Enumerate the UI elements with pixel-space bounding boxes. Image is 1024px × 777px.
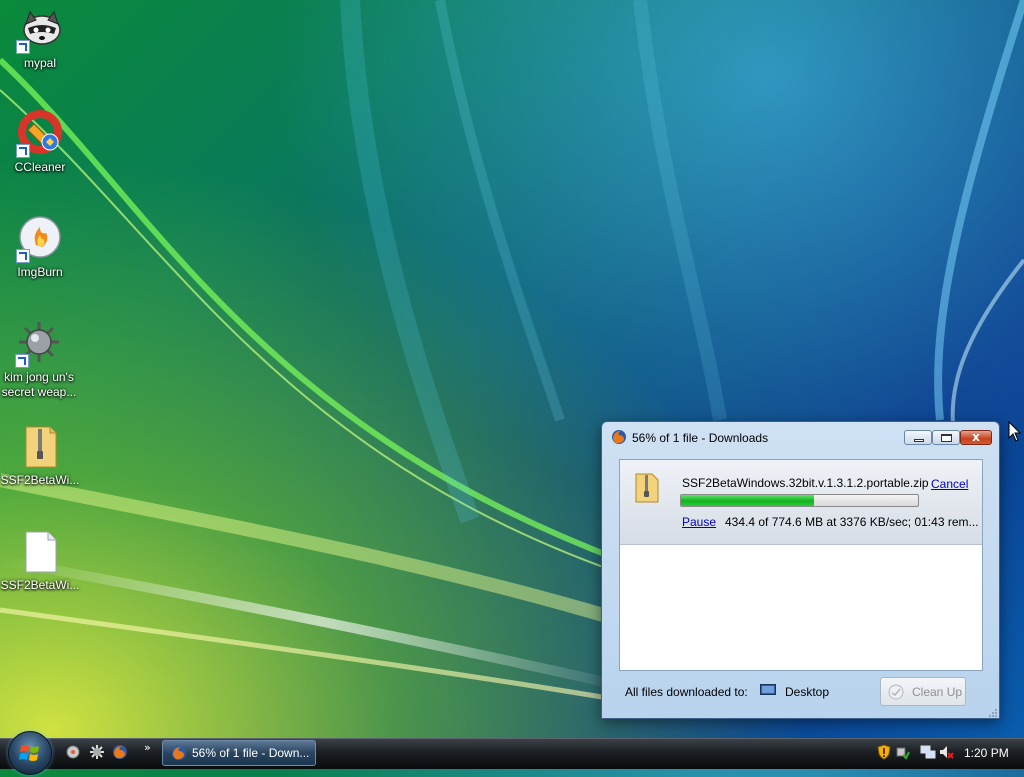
taskbar-button-downloads[interactable]: 56% of 1 file - Down... — [162, 740, 316, 766]
download-progress-bar — [680, 494, 919, 507]
desktop-icon-label: ImgBurn — [17, 265, 63, 279]
desktop-icon-ccleaner[interactable]: CCleaner — [0, 110, 80, 175]
desktop-icon-label: mypal — [23, 56, 56, 70]
start-button[interactable] — [8, 731, 52, 775]
shortcut-arrow-icon — [16, 249, 30, 263]
close-button[interactable]: x — [960, 430, 992, 445]
clean-up-button[interactable]: Clean Up — [880, 677, 966, 706]
desktop-icon-label: CCleaner — [14, 160, 66, 174]
firefox-icon — [611, 429, 627, 445]
desktop-folder-icon — [760, 684, 776, 696]
safely-remove-hardware-icon[interactable] — [894, 744, 910, 760]
firefox-quicklaunch-icon[interactable] — [112, 744, 128, 760]
desktop-icon-label: kim jong un's secret weap... — [1, 370, 77, 399]
download-status: 434.4 of 774.6 MB at 3376 KB/sec; 01:43 … — [725, 515, 979, 529]
firefox-icon — [171, 745, 187, 761]
zip-file-icon — [634, 472, 660, 504]
desktop-icon-ssf2-file[interactable]: SSF2BetaWi... — [0, 528, 80, 593]
progress-fill — [681, 495, 814, 506]
desktop-icon-mypal[interactable]: mypal — [0, 6, 80, 71]
mypal-raccoon-icon — [16, 6, 64, 54]
maximize-button[interactable] — [932, 430, 960, 445]
security-shield-icon[interactable] — [876, 744, 892, 760]
download-filename: SSF2BetaWindows.32bit.v.1.3.1.2.portable… — [682, 476, 929, 490]
network-icon[interactable] — [920, 744, 936, 760]
desktop-icon-ssf2-zip[interactable]: SSF2BetaWi... — [0, 423, 80, 488]
download-item[interactable]: SSF2BetaWindows.32bit.v.1.3.1.2.portable… — [620, 460, 982, 545]
download-list[interactable]: SSF2BetaWindows.32bit.v.1.3.1.2.portable… — [619, 459, 983, 671]
resize-grip[interactable] — [987, 706, 997, 717]
download-location[interactable]: Desktop — [785, 685, 829, 699]
desktop-icon-imgburn[interactable]: ImgBurn — [0, 215, 80, 280]
downloads-window[interactable]: 56% of 1 file - Downloads x SSF2BetaWind… — [601, 421, 1000, 719]
show-desktop-icon[interactable] — [65, 744, 81, 760]
switch-windows-icon[interactable] — [89, 744, 105, 760]
download-location-label: All files downloaded to: — [625, 685, 748, 699]
quick-launch-chevron-icon[interactable]: » — [144, 741, 151, 754]
imgburn-disc-icon — [16, 215, 64, 263]
desktop-icon-label: SSF2BetaWi... — [0, 473, 80, 487]
taskbar-button-label: 56% of 1 file - Down... — [192, 746, 310, 760]
minimize-button[interactable] — [904, 430, 932, 445]
volume-muted-icon[interactable] — [938, 744, 954, 760]
zip-folder-icon — [16, 423, 64, 471]
title-bar[interactable]: 56% of 1 file - Downloads x — [602, 422, 999, 452]
clean-up-label: Clean Up — [912, 685, 963, 699]
system-tray: 1:20 PM — [868, 739, 1024, 768]
window-title: 56% of 1 file - Downloads — [632, 431, 769, 445]
desktop-icon-label: SSF2BetaWi... — [0, 578, 80, 592]
ccleaner-icon — [16, 110, 64, 158]
shortcut-arrow-icon — [16, 144, 30, 158]
clock[interactable]: 1:20 PM — [964, 746, 1009, 760]
clean-up-icon — [888, 684, 904, 700]
mouse-pointer-icon — [1008, 420, 1022, 443]
pause-link[interactable]: Pause — [682, 515, 716, 529]
cancel-link[interactable]: Cancel — [931, 477, 968, 491]
shortcut-arrow-icon — [15, 354, 29, 368]
spiked-ball-icon — [15, 320, 63, 368]
shortcut-arrow-icon — [16, 40, 30, 54]
blank-file-icon — [16, 528, 64, 576]
desktop-icon-secret-weapon[interactable]: kim jong un's secret weap... — [0, 320, 78, 400]
close-icon: x — [972, 430, 980, 444]
